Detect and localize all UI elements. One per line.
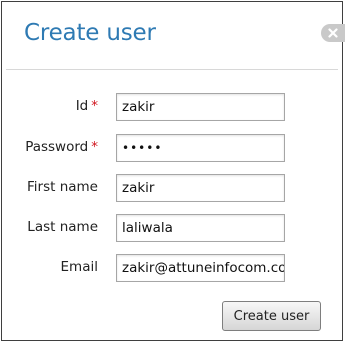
password-label: Password * <box>25 139 98 155</box>
last-name-label: Last name <box>27 219 98 235</box>
close-button[interactable] <box>321 24 345 42</box>
password-required-marker: * <box>91 139 98 155</box>
last-name-field[interactable] <box>116 214 285 242</box>
password-label-text: Password <box>25 139 89 155</box>
create-user-dialog: Create user Id* Password* First name Las… <box>1 1 345 341</box>
email-label: Email <box>60 259 98 275</box>
create-user-button[interactable]: Create user <box>222 301 321 331</box>
title-divider <box>6 69 338 70</box>
password-field[interactable] <box>116 134 285 162</box>
email-field[interactable] <box>116 254 285 282</box>
close-icon <box>328 28 338 38</box>
first-name-field[interactable] <box>116 174 285 202</box>
id-field[interactable] <box>116 93 285 121</box>
first-name-label: First name <box>27 179 98 195</box>
id-required-marker: * <box>91 98 98 114</box>
dialog-title: Create user <box>24 20 156 46</box>
id-label-text: Id <box>75 98 89 114</box>
id-label: Id * <box>76 98 98 114</box>
